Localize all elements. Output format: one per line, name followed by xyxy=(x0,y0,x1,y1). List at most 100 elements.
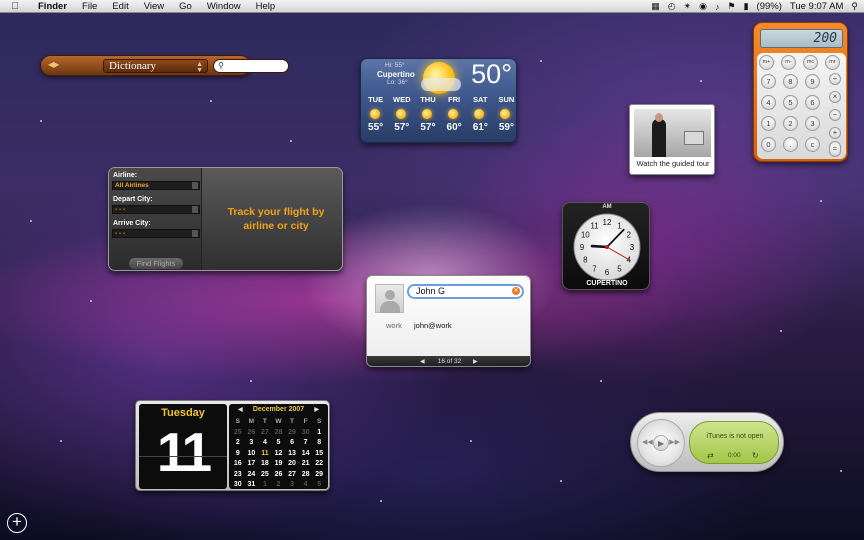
calendar-day[interactable]: 26 xyxy=(245,428,259,439)
calendar-day[interactable]: 7 xyxy=(299,438,313,449)
key-8[interactable]: 8 xyxy=(783,74,798,89)
find-flights-button[interactable]: Find Flights xyxy=(129,258,183,269)
key-4[interactable]: 4 xyxy=(761,95,776,110)
calendar-day[interactable]: 19 xyxy=(272,459,286,470)
calendar-day[interactable]: 21 xyxy=(299,459,313,470)
plus-icon[interactable]: + xyxy=(7,513,27,533)
calendar-day[interactable]: 29 xyxy=(312,470,326,481)
key-9[interactable]: 9 xyxy=(805,74,820,89)
key-multiply[interactable]: × xyxy=(829,91,841,103)
calendar-day[interactable]: 10 xyxy=(245,449,259,460)
calendar-day[interactable]: 22 xyxy=(312,459,326,470)
key-clear[interactable]: c xyxy=(805,137,820,152)
calendar-day[interactable]: 13 xyxy=(285,449,299,460)
calendar-day[interactable]: 27 xyxy=(258,428,272,439)
key-mr[interactable]: mr xyxy=(825,55,840,70)
calendar-day[interactable]: 29 xyxy=(285,428,299,439)
contact-search-input[interactable]: John G ✕ xyxy=(407,284,524,299)
calendar-day[interactable]: 28 xyxy=(299,470,313,481)
calendar-day[interactable]: 30 xyxy=(231,480,245,491)
calendar-day[interactable]: 25 xyxy=(258,470,272,481)
weather-widget[interactable]: Hi: 55° Cupertino Lo: 36° 50° TUE 55° WE… xyxy=(360,58,517,143)
key-divide[interactable]: ÷ xyxy=(829,73,841,85)
dictionary-source-select[interactable]: Dictionary ▲ ▼ xyxy=(103,59,208,74)
key-m-plus[interactable]: m+ xyxy=(759,55,774,70)
key-0[interactable]: 0 xyxy=(761,137,776,152)
previous-contact-icon[interactable]: ◀ xyxy=(420,356,425,366)
key-3[interactable]: 3 xyxy=(805,116,820,131)
calendar-day[interactable]: 16 xyxy=(231,459,245,470)
airline-select[interactable]: All Airlines xyxy=(112,181,200,190)
calendar-day[interactable]: 20 xyxy=(285,459,299,470)
contact-field-value[interactable]: john@work xyxy=(414,321,452,330)
next-contact-icon[interactable]: ▶ xyxy=(473,356,478,366)
shuffle-icon[interactable]: ⇄ xyxy=(707,451,714,460)
flag-icon[interactable]: ⚑ xyxy=(728,1,736,12)
calendar-day[interactable]: 6 xyxy=(285,438,299,449)
key-minus[interactable]: − xyxy=(829,109,841,121)
key-decimal[interactable]: . xyxy=(783,137,798,152)
battery-icon[interactable]: ▮ xyxy=(744,1,749,12)
guided-tour-widget[interactable]: Watch the guided tour xyxy=(629,104,715,175)
calendar-day[interactable]: 31 xyxy=(245,480,259,491)
calendar-day[interactable]: 24 xyxy=(245,470,259,481)
time-machine-icon[interactable]: ◴ xyxy=(668,1,676,12)
world-clock-widget[interactable]: AM 121234567891011 CUPERTINO xyxy=(562,202,650,290)
calendar-day[interactable]: 4 xyxy=(258,438,272,449)
menu-view[interactable]: View xyxy=(136,0,171,13)
menu-finder[interactable]: Finder xyxy=(30,0,74,13)
key-plus[interactable]: + xyxy=(829,127,841,139)
spotlight-icon[interactable]: ⚲ xyxy=(851,1,858,12)
calendar-day[interactable]: 3 xyxy=(285,480,299,491)
calendar-day[interactable]: 5 xyxy=(272,438,286,449)
calendar-day[interactable]: 12 xyxy=(272,449,286,460)
calendar-day[interactable]: 2 xyxy=(231,438,245,449)
apple-icon[interactable]:  xyxy=(0,1,30,12)
clear-search-icon[interactable]: ✕ xyxy=(512,287,520,295)
calendar-day[interactable]: 11 xyxy=(258,449,272,460)
next-month-icon[interactable]: ▶ xyxy=(314,406,319,413)
key-7[interactable]: 7 xyxy=(761,74,776,89)
calendar-day[interactable]: 1 xyxy=(312,428,326,439)
calendar-day[interactable]: 27 xyxy=(285,470,299,481)
calendar-day[interactable]: 3 xyxy=(245,438,259,449)
previous-track-icon[interactable]: ◀◀ xyxy=(642,438,653,446)
calendar-day[interactable]: 30 xyxy=(299,428,313,439)
battery-percent[interactable]: (99%) xyxy=(757,1,782,12)
wifi-icon[interactable]: ◉ xyxy=(699,1,707,12)
menubar-clock[interactable]: Tue 9:07 AM xyxy=(790,1,844,12)
calendar-day[interactable]: 2 xyxy=(272,480,286,491)
calendar-day[interactable]: 4 xyxy=(299,480,313,491)
calendar-day[interactable]: 9 xyxy=(231,449,245,460)
calendar-day[interactable]: 15 xyxy=(312,449,326,460)
script-menu-icon[interactable]: ▦ xyxy=(651,1,660,12)
next-track-icon[interactable]: ▶▶ xyxy=(669,438,680,446)
calendar-day[interactable]: 8 xyxy=(312,438,326,449)
menu-go[interactable]: Go xyxy=(171,0,199,13)
key-mc[interactable]: mc xyxy=(803,55,818,70)
arrive-city-select[interactable]: - - - xyxy=(112,229,200,238)
calendar-date-panel[interactable]: Tuesday 11 xyxy=(139,404,227,489)
dictionary-search-input[interactable]: ⚲ xyxy=(213,59,289,73)
repeat-icon[interactable]: ↻ xyxy=(752,451,759,460)
tour-caption[interactable]: Watch the guided tour xyxy=(630,159,716,168)
calendar-day[interactable]: 25 xyxy=(231,428,245,439)
menu-window[interactable]: Window xyxy=(199,0,248,13)
calendar-day[interactable]: 14 xyxy=(299,449,313,460)
key-m-minus[interactable]: m- xyxy=(781,55,796,70)
calendar-day[interactable]: 28 xyxy=(272,428,286,439)
back-forward-arrows-icon[interactable]: ◀▶ xyxy=(48,60,59,69)
calendar-day[interactable]: 26 xyxy=(272,470,286,481)
key-1[interactable]: 1 xyxy=(761,116,776,131)
menu-edit[interactable]: Edit xyxy=(104,0,135,13)
tour-video-thumbnail[interactable] xyxy=(634,109,711,157)
previous-month-icon[interactable]: ◀ xyxy=(238,406,243,413)
key-2[interactable]: 2 xyxy=(783,116,798,131)
menu-help[interactable]: Help xyxy=(248,0,283,13)
key-6[interactable]: 6 xyxy=(805,95,820,110)
key-equals[interactable]: = xyxy=(829,141,841,157)
volume-icon[interactable]: ♪ xyxy=(715,2,720,12)
itunes-control-wheel[interactable]: ◀◀ ▶ ▶▶ xyxy=(637,419,685,467)
calendar-day[interactable]: 1 xyxy=(258,480,272,491)
calendar-day[interactable]: 17 xyxy=(245,459,259,470)
